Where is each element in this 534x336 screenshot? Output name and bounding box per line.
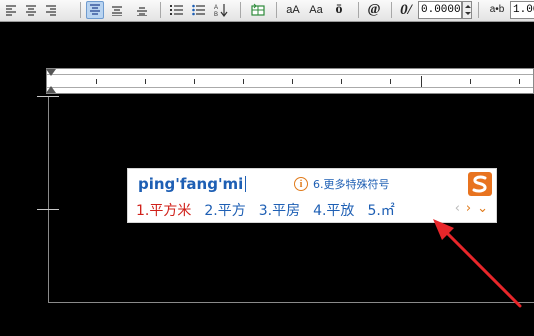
font-style-button[interactable]: Aa bbox=[306, 1, 326, 19]
chevron-down-icon[interactable]: ⌄ bbox=[477, 202, 488, 216]
align-justify-icon[interactable] bbox=[22, 1, 40, 19]
margin-marker bbox=[37, 96, 59, 97]
ime-composition-text: ping'fang'mi bbox=[138, 175, 244, 193]
oblique-angle-spinner[interactable] bbox=[462, 1, 472, 19]
font-grow-button[interactable]: aA bbox=[283, 1, 303, 19]
ruler-tick bbox=[341, 79, 342, 84]
left-indent-marker[interactable] bbox=[46, 86, 56, 93]
ime-candidate-1[interactable]: 1.平方米 bbox=[136, 200, 191, 220]
toolbar-separator bbox=[358, 2, 359, 18]
valign-middle-icon[interactable] bbox=[108, 1, 126, 19]
toolbar-separator bbox=[391, 2, 392, 18]
toolbar-separator bbox=[240, 2, 241, 18]
ime-candidate-3[interactable]: 3.平房 bbox=[259, 200, 300, 220]
ruler-tick bbox=[470, 79, 471, 84]
ime-candidate-5[interactable]: 5.㎡ bbox=[367, 200, 394, 220]
margin-marker bbox=[37, 209, 59, 210]
oblique-angle-input[interactable]: 0.0000 bbox=[418, 1, 462, 19]
sort-icon[interactable]: AB bbox=[212, 1, 230, 19]
ruler-tick bbox=[145, 79, 146, 84]
ruler-tick-major bbox=[421, 76, 422, 87]
align-right-icon[interactable] bbox=[42, 1, 60, 19]
svg-text:A: A bbox=[214, 5, 218, 11]
tracking-input[interactable]: 1.00 bbox=[510, 1, 534, 19]
toolbar-separator bbox=[80, 2, 81, 18]
ime-candidate-4[interactable]: 4.平放 bbox=[313, 200, 354, 220]
sogou-logo-icon[interactable] bbox=[468, 172, 492, 196]
toolbar-separator bbox=[478, 2, 479, 18]
ime-hint-label: 6.更多特殊符号 bbox=[313, 178, 390, 191]
formatting-toolbar: AB aA Aa ō @ 0/ 0.0000 a•b 1.00 bbox=[0, 0, 534, 22]
valign-top-icon[interactable] bbox=[86, 1, 104, 19]
bullet-list-icon[interactable] bbox=[190, 1, 208, 19]
ruler-rail bbox=[47, 74, 533, 88]
ime-composition: ping'fang'mi bbox=[138, 174, 247, 194]
ruler-tick bbox=[243, 79, 244, 84]
ruler-tick bbox=[96, 79, 97, 84]
ruler-tick bbox=[390, 79, 391, 84]
symbol-button[interactable]: ō bbox=[330, 1, 348, 19]
align-left-icon[interactable] bbox=[2, 1, 20, 19]
table-insert-icon[interactable] bbox=[249, 1, 267, 19]
next-page-icon[interactable]: › bbox=[466, 202, 471, 216]
prev-page-icon[interactable]: ‹ bbox=[455, 202, 460, 216]
ime-candidate-list: 1.平方米 2.平方 3.平房 4.平放 5.㎡ bbox=[136, 199, 408, 221]
tracking-icon: a•b bbox=[489, 4, 505, 15]
first-line-indent-marker[interactable] bbox=[46, 69, 56, 76]
toolbar-separator bbox=[276, 2, 277, 18]
oblique-angle-icon: 0/ bbox=[400, 1, 412, 18]
toolbar-separator bbox=[160, 2, 161, 18]
ime-page-nav: ‹ › ⌄ bbox=[455, 202, 488, 216]
at-symbol-button[interactable]: @ bbox=[365, 1, 383, 19]
info-icon: i bbox=[294, 177, 308, 191]
ruler-tick bbox=[519, 79, 520, 84]
ruler-tick bbox=[194, 79, 195, 84]
ime-candidate-2[interactable]: 2.平方 bbox=[204, 200, 245, 220]
ruler-tick bbox=[292, 79, 293, 84]
svg-text:B: B bbox=[214, 12, 218, 17]
text-caret bbox=[245, 176, 247, 192]
ime-hint[interactable]: i 6.更多特殊符号 bbox=[294, 175, 390, 193]
numbered-list-icon[interactable] bbox=[168, 1, 186, 19]
text-ruler[interactable] bbox=[46, 68, 534, 94]
valign-bottom-icon[interactable] bbox=[133, 1, 151, 19]
ime-candidate-window: ping'fang'mi i 6.更多特殊符号 1.平方米 2.平方 3.平房 … bbox=[127, 168, 497, 223]
